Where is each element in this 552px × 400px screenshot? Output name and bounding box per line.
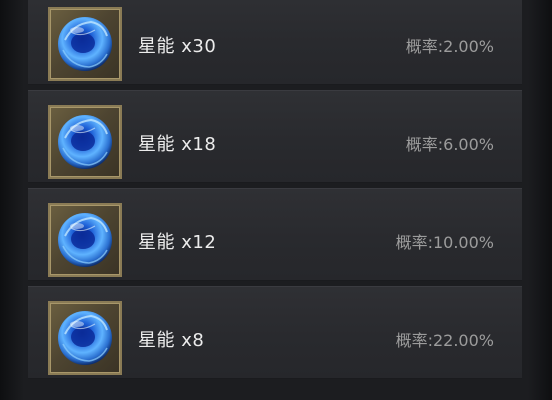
item-probability: 概率:6.00% <box>405 135 494 154</box>
item-probability: 概率:10.00% <box>395 233 494 252</box>
star-energy-orb-icon <box>58 115 112 169</box>
reward-list: 星能 x30 概率:2.00% 星能 x18 概率:6.00% 星能 x12 概… <box>28 0 522 384</box>
star-energy-orb-icon <box>58 17 112 71</box>
item-name: 星能 x30 <box>138 36 217 57</box>
reward-row: 星能 x12 概率:10.00% <box>28 188 522 281</box>
item-icon-frame <box>48 105 122 179</box>
reward-row: 星能 x30 概率:2.00% <box>28 0 522 85</box>
star-energy-orb-icon <box>58 213 112 267</box>
item-icon-frame <box>48 7 122 81</box>
item-probability: 概率:22.00% <box>395 331 494 350</box>
reward-row: 星能 x8 概率:22.00% <box>28 286 522 379</box>
reward-probability-panel: 星能 x30 概率:2.00% 星能 x18 概率:6.00% 星能 x12 概… <box>0 0 552 400</box>
item-name: 星能 x18 <box>138 134 217 155</box>
item-probability: 概率:2.00% <box>405 37 494 56</box>
item-name: 星能 x8 <box>138 330 205 351</box>
reward-row: 星能 x18 概率:6.00% <box>28 90 522 183</box>
item-name: 星能 x12 <box>138 232 217 253</box>
item-icon-frame <box>48 203 122 277</box>
item-icon-frame <box>48 301 122 375</box>
star-energy-orb-icon <box>58 311 112 365</box>
